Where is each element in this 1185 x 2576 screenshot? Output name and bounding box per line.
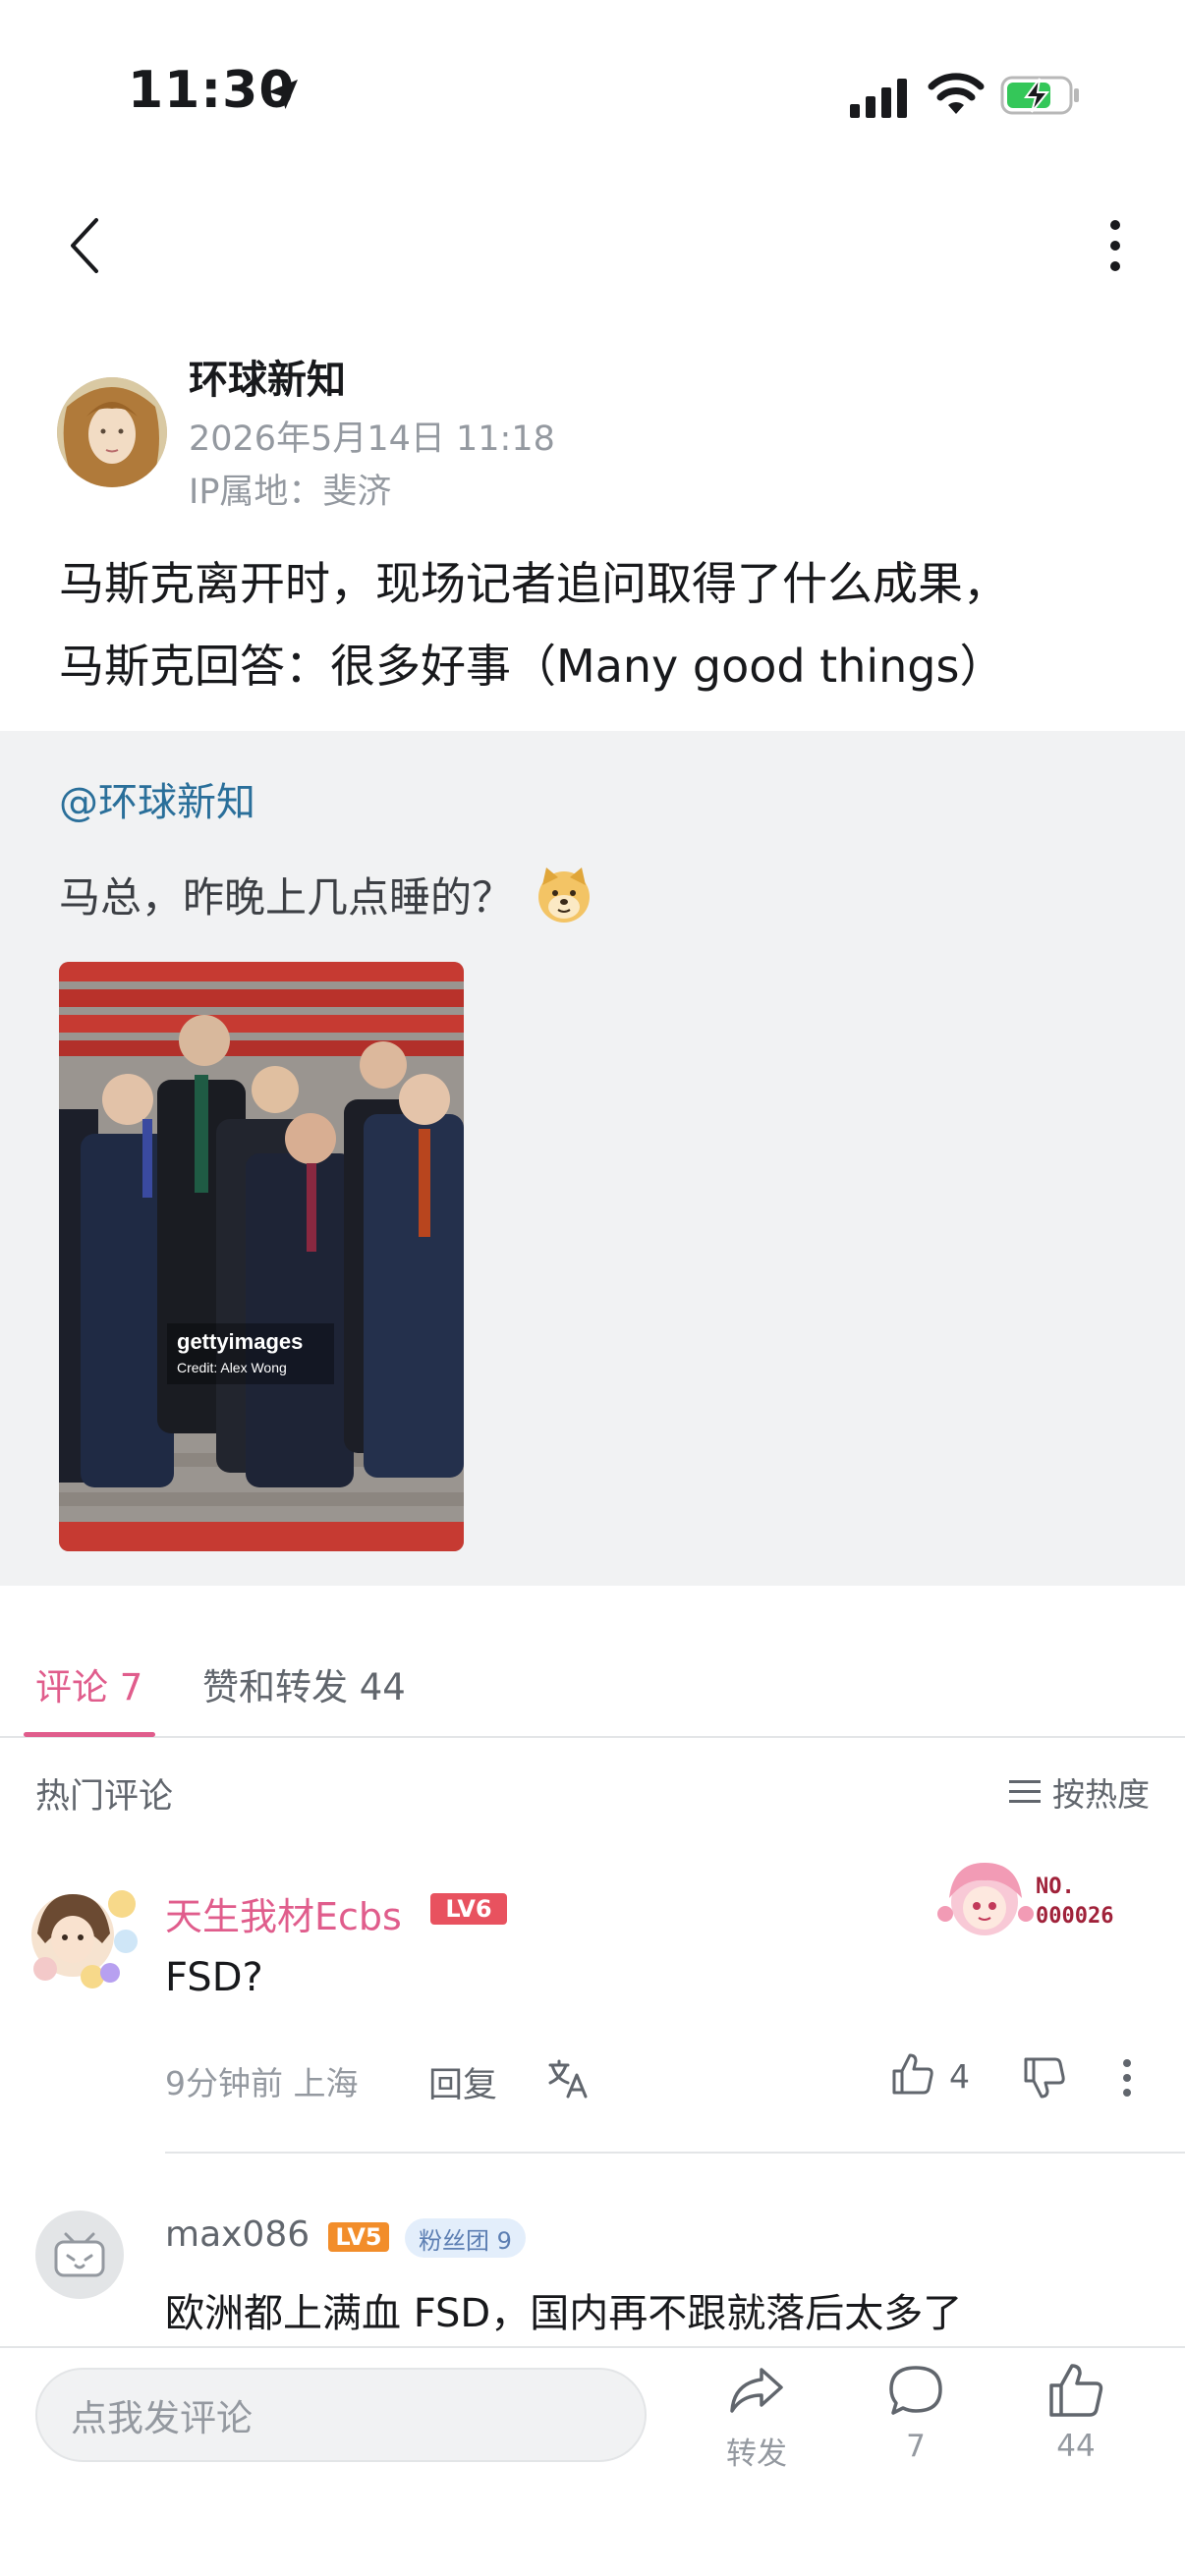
ip-location: IP属地：斐济	[189, 473, 392, 512]
hot-comments-title: 热门评论	[35, 1777, 174, 1817]
quoted-author-mention[interactable]: @环球新知	[59, 770, 255, 827]
tab-comments[interactable]: 评论 7	[35, 1657, 142, 1710]
chevron-left-icon	[71, 218, 98, 273]
like-count: 44	[1056, 2429, 1096, 2464]
level-badge: LV5	[328, 2222, 389, 2252]
anime-girl-sticker-icon	[937, 1863, 1034, 1935]
quoted-text-content: 马总，昨晚上几点睡的？	[59, 873, 514, 922]
comment-tabs: 评论 7 赞和转发 44	[0, 1626, 1185, 1738]
tv-mascot-icon	[54, 2232, 105, 2277]
fan-number-badge: NO. 000026	[1036, 1873, 1113, 1932]
share-icon	[730, 2368, 783, 2413]
thumbs-up-icon	[1049, 2364, 1103, 2417]
quoted-post[interactable]: @环球新知 马总，昨晚上几点睡的？ gettyimages Credit: Al…	[0, 731, 1185, 1586]
commenter-name[interactable]: 天生我材Ecbs	[165, 1886, 402, 1940]
more-options-button[interactable]	[1091, 211, 1140, 280]
comment-button[interactable]: 7	[857, 2360, 975, 2464]
post-date: 2026年5月14日 11:18	[189, 420, 555, 459]
image-credit: Credit: Alex Wong	[177, 1360, 287, 1375]
comment-time-location: 9分钟前 上海	[165, 2064, 359, 2102]
fan-number-label: NO.	[1036, 1875, 1075, 1899]
wifi-icon	[928, 73, 985, 114]
comment-text: FSD?	[165, 1955, 263, 2000]
back-button[interactable]	[54, 211, 113, 280]
comment-divider	[165, 2152, 1185, 2154]
sort-label: 按热度	[1052, 1775, 1150, 1814]
quoted-text: 马总，昨晚上几点睡的？	[59, 865, 593, 924]
share-button[interactable]: 转发	[698, 2360, 816, 2473]
thumbs-down-icon[interactable]	[1022, 2055, 1067, 2100]
post-text-line: 马斯克回答：很多好事（Many good things）	[59, 640, 1005, 693]
commenter-name[interactable]: max086	[165, 2214, 310, 2255]
comment-count: 7	[906, 2429, 926, 2464]
image-watermark: gettyimages	[177, 1329, 303, 1354]
avatar[interactable]	[35, 2211, 124, 2299]
vertical-dots-icon	[1110, 220, 1120, 271]
post-text-line: 马斯克离开时，现场记者追问取得了什么成果，	[59, 557, 1008, 610]
thumbs-up-icon[interactable]	[890, 2051, 935, 2097]
active-tab-indicator	[24, 1732, 155, 1737]
author-name[interactable]: 环球新知	[189, 348, 346, 405]
fan-number-value: 000026	[1036, 1904, 1114, 1929]
like-count: 4	[949, 2057, 970, 2096]
comment-more-icon[interactable]	[1112, 2055, 1142, 2100]
photo-group-of-men: gettyimages Credit: Alex Wong	[59, 962, 464, 1551]
cellular-signal-icon	[850, 79, 907, 118]
tab-likes-reposts[interactable]: 赞和转发 44	[202, 1657, 406, 1710]
share-label: 转发	[726, 2436, 787, 2472]
battery-charging-icon	[1000, 76, 1079, 115]
comment-text: 欧洲都上满血 FSD，国内再不跟就落后太多了	[165, 2291, 963, 2336]
sort-button[interactable]: 按热度	[1009, 1768, 1150, 1816]
quoted-image[interactable]: gettyimages Credit: Alex Wong	[59, 962, 464, 1551]
location-arrow-icon	[268, 80, 298, 109]
fan-group-badge: 粉丝团 9	[405, 2218, 526, 2258]
level-badge: LV6	[430, 1893, 507, 1925]
comment-input[interactable]: 点我发评论	[35, 2368, 647, 2462]
avatar[interactable]	[24, 1875, 141, 1992]
doge-emoji-icon	[538, 867, 591, 923]
status-bar: 11:30	[0, 0, 1185, 187]
reply-button[interactable]: 回复	[428, 2057, 497, 2107]
bottom-action-bar: 点我发评论 转发 7 44	[0, 2346, 1185, 2576]
post-text: 马斯克离开时，现场记者追问取得了什么成果， 马斯克回答：很多好事（Many go…	[59, 542, 1140, 707]
comment-bubble-icon	[889, 2366, 942, 2415]
author-avatar[interactable]	[57, 377, 167, 487]
sort-lines-icon	[1009, 1780, 1041, 1803]
translate-icon[interactable]	[546, 2057, 590, 2100]
like-button[interactable]: 44	[1017, 2360, 1135, 2464]
